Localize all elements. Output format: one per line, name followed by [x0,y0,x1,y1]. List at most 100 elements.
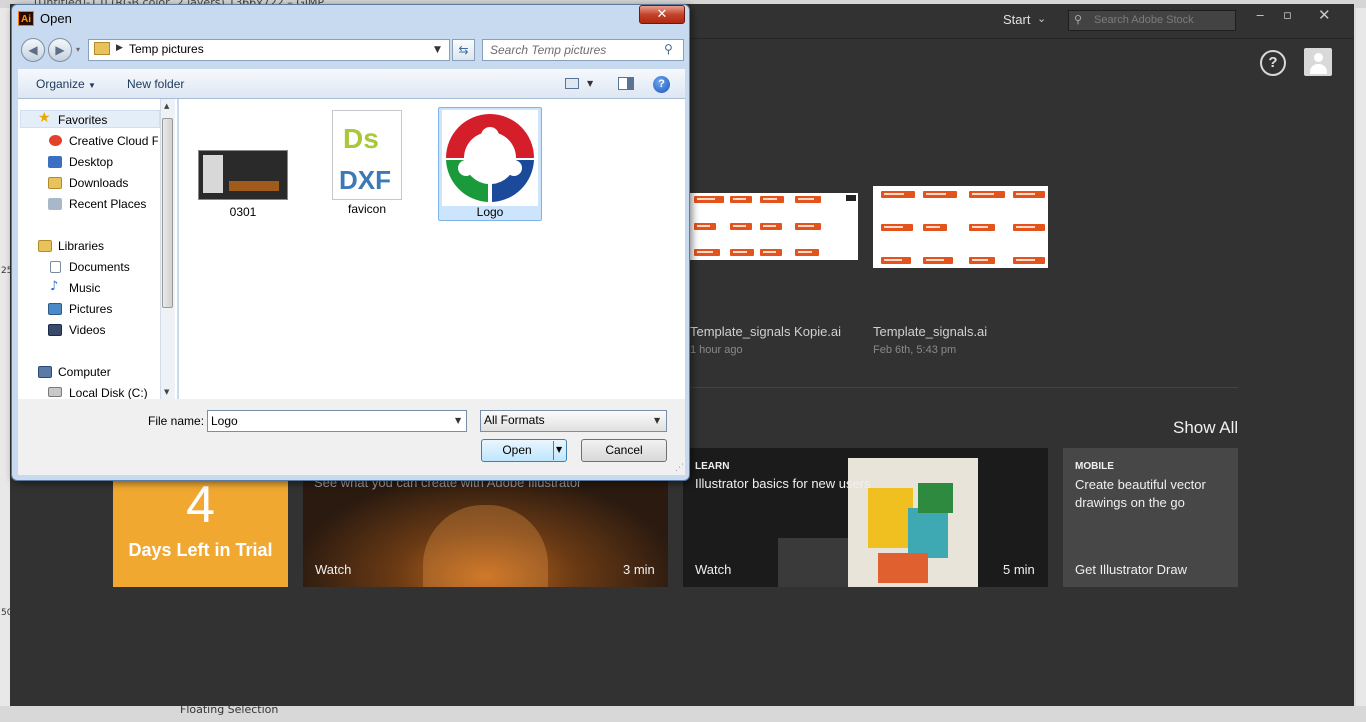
thumbnail-tag [730,249,754,256]
nav-item-pictures[interactable]: Pictures [69,302,112,316]
libraries-icon [38,240,52,252]
file-name-dropdown-icon[interactable]: ▼ [455,416,461,425]
card-duration: 3 min [623,562,655,577]
thumbnail-tag [694,249,720,256]
workspace-switcher[interactable]: Start [1003,12,1030,27]
file-item-0301[interactable]: 0301 [196,150,290,219]
nav-item-local-disk[interactable]: Local Disk (C:) [69,386,148,400]
refresh-button[interactable]: ⇆ [452,39,475,61]
thumbnail-tag [923,257,953,264]
thumbnail-tag [760,196,784,203]
file-name-label: File name: [148,414,205,428]
thumbnail-tag [694,223,716,230]
recent-places-icon [48,198,62,210]
card-action: Get Illustrator Draw [1075,562,1187,577]
nav-favorites[interactable]: Favorites [58,113,107,127]
open-button-split [553,441,554,460]
nav-item-music[interactable]: Music [69,281,100,295]
organize-label: Organize [36,77,85,91]
preview-pane-icon[interactable] [618,77,634,90]
thumbnail-tag [969,224,995,231]
open-options-dropdown-icon[interactable]: ▼ [556,445,562,454]
artwork-shape [908,508,948,558]
card-caption: MOBILE [1075,461,1114,472]
breadcrumb-folder[interactable]: Temp pictures [129,42,204,56]
nav-item-downloads[interactable]: Downloads [69,176,128,190]
close-icon[interactable]: ✕ [1318,6,1331,24]
nav-item-recent-places[interactable]: Recent Places [69,197,146,211]
recent-file-thumbnail[interactable] [690,193,858,260]
resize-grip-icon[interactable]: ⋰ [675,463,684,473]
show-all-link[interactable]: Show All [1173,418,1238,438]
file-name-input[interactable] [207,410,467,432]
chevron-down-icon[interactable]: ▼ [587,79,593,88]
forward-button[interactable]: ▶ [48,38,72,62]
star-icon: ★ [38,110,51,126]
scroll-down-icon[interactable]: ▼ [164,388,169,396]
breadcrumb-arrow-icon[interactable]: ▶ [116,43,123,53]
trial-days-label: Days Left in Trial [128,540,273,560]
recent-file-date: Feb 6th, 5:43 pm [873,344,957,356]
avatar-body [1310,64,1327,74]
file-name-label: favicon [347,202,387,216]
artwork-shape [918,483,953,513]
gimp-right-edge [1356,8,1366,722]
illustrator-app-icon: Ai [18,11,34,26]
recent-file-thumbnail[interactable] [873,186,1048,268]
organize-button[interactable]: Organize ▼ [36,77,96,91]
nav-item-desktop[interactable]: Desktop [69,155,113,169]
thumbnail-tag [923,224,947,231]
nav-item-videos[interactable]: Videos [69,323,105,337]
maximize-icon[interactable]: ▫ [1283,8,1292,23]
recent-file-date: 1 hour ago [690,344,743,356]
address-dropdown-icon[interactable]: ▼ [434,45,441,55]
scroll-up-icon[interactable]: ▲ [164,102,169,110]
minimize-icon[interactable]: ‒ [1256,8,1264,23]
search-icon[interactable]: ⚲ [664,42,673,56]
history-chevron-icon[interactable]: ▾ [76,45,80,54]
change-view-icon[interactable] [565,78,579,89]
folder-icon [94,42,110,55]
format-dropdown-icon[interactable]: ▼ [654,416,660,425]
cancel-button[interactable]: Cancel [581,439,667,462]
thumbnail-tag [760,223,782,230]
file-item-favicon[interactable]: Ds DXF favicon [325,110,409,216]
file-thumbnail [198,150,288,200]
thumbnail-strip [229,181,279,191]
learn-video-card[interactable]: LEARN Illustrator basics for new users W… [683,448,1048,587]
watch-video-card[interactable]: See what you can create with Adobe Illus… [303,480,668,587]
dialog-close-button[interactable]: ✕ [639,5,685,24]
card-artwork [423,505,548,587]
back-button[interactable]: ◀ [21,38,45,62]
chevron-down-icon[interactable]: ⌄ [1037,12,1046,25]
mobile-app-card[interactable]: MOBILE Create beautiful vector drawings … [1063,448,1238,587]
card-duration: 5 min [1003,562,1035,577]
file-name-value[interactable]: Logo [211,414,238,428]
card-title: Create beautiful vector drawings on the … [1075,477,1206,510]
card-caption: LEARN [695,461,730,472]
pane-divider[interactable] [177,99,178,399]
thumbnail-tag [795,196,821,203]
recent-file-name[interactable]: Template_signals Kopie.ai [690,324,841,339]
trial-card[interactable]: 4 Days Left in Trial [113,480,288,587]
recent-file-name[interactable]: Template_signals.ai [873,324,987,339]
format-selected-value[interactable]: All Formats [484,413,545,427]
user-avatar-icon[interactable] [1304,48,1332,76]
help-icon[interactable]: ? [1260,50,1286,76]
downloads-folder-icon [48,177,62,189]
nav-scrollbar-thumb[interactable] [162,118,173,308]
new-folder-button[interactable]: New folder [127,77,184,91]
creative-cloud-icon [49,135,62,146]
thumbnail-tag [969,257,995,264]
thumbnail-tag [1013,191,1045,198]
thumbnail-tag [795,249,819,256]
dxf-label: DXF [339,165,391,195]
nav-computer[interactable]: Computer [58,365,111,379]
nav-libraries[interactable]: Libraries [58,239,104,253]
file-name-label: Logo [476,205,504,219]
help-icon[interactable]: ? [653,76,670,93]
nav-item-documents[interactable]: Documents [69,260,130,274]
nav-item-creative-cloud[interactable]: Creative Cloud Files [69,134,158,148]
open-button-label[interactable]: Open [481,443,553,457]
computer-icon [38,366,52,378]
